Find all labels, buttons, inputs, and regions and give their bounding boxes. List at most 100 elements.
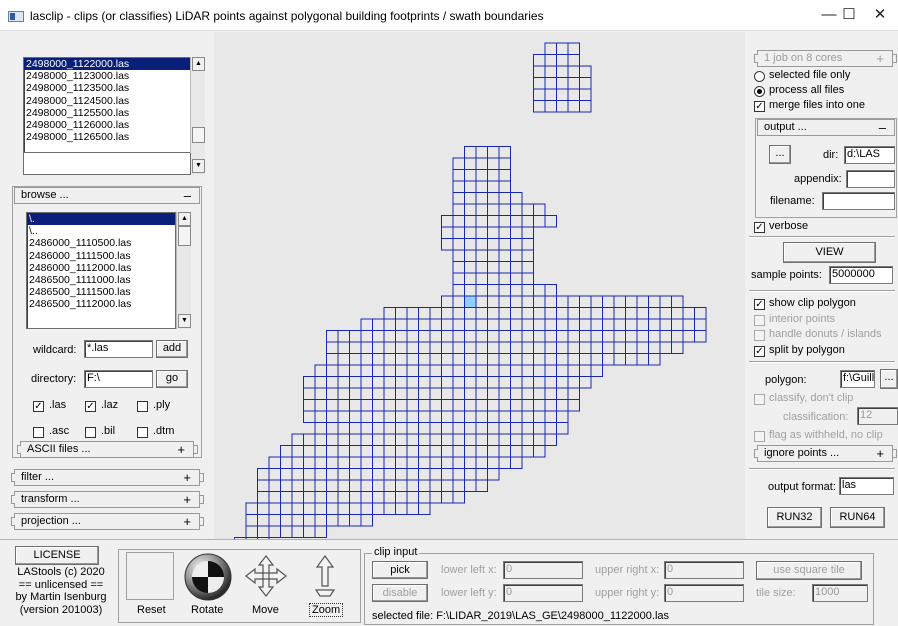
lidar-tile[interactable] [360,445,373,458]
expand-icon[interactable]: + [876,51,884,66]
lidar-tile[interactable] [510,376,523,389]
lidar-tile[interactable] [648,318,661,331]
lidar-tile[interactable] [337,341,350,354]
lower-left-x-input[interactable]: 0 [503,561,583,579]
lidar-tile[interactable] [372,330,385,343]
process-all-files-radio[interactable] [754,86,765,97]
lidar-tile[interactable] [372,468,385,481]
lidar-tile[interactable] [406,479,419,492]
file-item[interactable]: 2498000_1123000.las [24,70,192,82]
lidar-tile[interactable] [521,330,534,343]
lidar-tile[interactable] [326,433,339,446]
lidar-tile[interactable] [475,180,488,193]
lidar-tile[interactable] [487,284,500,297]
lidar-tile[interactable] [464,284,477,297]
lidar-tile[interactable] [314,502,327,515]
lidar-tile[interactable] [452,249,465,262]
lidar-tile[interactable] [682,307,695,320]
lidar-tile[interactable] [452,353,465,366]
lidar-tile[interactable] [487,318,500,331]
lidar-tile[interactable] [360,456,373,469]
lidar-tile[interactable] [441,445,454,458]
lidar-tile[interactable] [326,422,339,435]
lidar-tile[interactable] [337,410,350,423]
expand-icon[interactable]: + [183,492,191,507]
output-rollup[interactable]: output ... – [757,119,895,136]
file-list-scrollbar[interactable]: ▲ ▼ [190,57,205,175]
lidar-tile[interactable] [452,330,465,343]
lidar-tile[interactable] [533,77,546,90]
lidar-tile[interactable] [452,491,465,504]
directory-input[interactable]: F:\ [84,370,153,388]
lidar-tile[interactable] [406,376,419,389]
lidar-tile[interactable] [314,479,327,492]
lidar-tile[interactable] [372,491,385,504]
filetype-checkbox[interactable] [85,427,96,438]
lidar-tile[interactable] [567,318,580,331]
lidar-tile[interactable] [498,330,511,343]
lidar-tile[interactable] [659,295,672,308]
lidar-tile[interactable] [245,514,258,527]
polygon-input[interactable]: f:\Guillau [840,370,875,388]
lidar-tile[interactable] [360,387,373,400]
lidar-tile[interactable] [487,272,500,285]
expand-icon[interactable]: + [183,514,191,529]
lidar-tile[interactable] [452,376,465,389]
lidar-tile[interactable] [556,77,569,90]
lidar-tile[interactable] [395,502,408,515]
lidar-tile[interactable] [487,456,500,469]
lidar-tile[interactable] [291,502,304,515]
lidar-tile[interactable] [521,284,534,297]
filetype-checkbox[interactable] [137,427,148,438]
lidar-tile[interactable] [406,353,419,366]
lidar-tile[interactable] [268,456,281,469]
lidar-tile[interactable] [510,353,523,366]
lidar-tile[interactable] [659,341,672,354]
lidar-tile[interactable] [510,284,523,297]
use-square-tile-button[interactable]: use square tile [756,561,862,580]
lidar-tile[interactable] [636,341,649,354]
lidar-tile[interactable] [372,376,385,389]
lidar-tile[interactable] [429,491,442,504]
lidar-tile[interactable] [602,318,615,331]
lidar-tile[interactable] [487,261,500,274]
lidar-tile[interactable] [395,376,408,389]
lidar-tile[interactable] [280,456,293,469]
lidar-tile[interactable] [487,468,500,481]
lidar-tile[interactable] [671,341,684,354]
lidar-tile[interactable] [556,88,569,101]
lidar-tile[interactable] [487,238,500,251]
lidar-tile[interactable] [383,376,396,389]
lidar-tile[interactable] [521,318,534,331]
lidar-tile[interactable] [280,445,293,458]
lidar-tile[interactable] [544,77,557,90]
lidar-tile[interactable] [521,203,534,216]
lidar-tile[interactable] [395,387,408,400]
browse-item[interactable]: 2486000_1110500.las [27,237,175,249]
lidar-tile[interactable] [475,341,488,354]
lidar-tile[interactable] [360,410,373,423]
lidar-tile[interactable] [257,491,270,504]
lidar-tile[interactable] [429,330,442,343]
lidar-tile[interactable] [314,445,327,458]
lidar-tile[interactable] [510,341,523,354]
lidar-tile[interactable] [521,399,534,412]
lidar-tile[interactable] [487,192,500,205]
lidar-tile[interactable] [395,399,408,412]
lidar-tile[interactable] [648,307,661,320]
lidar-tile[interactable] [671,307,684,320]
lidar-tile[interactable] [521,364,534,377]
lidar-tile[interactable] [441,238,454,251]
lidar-tile[interactable] [326,410,339,423]
lidar-tile[interactable] [326,364,339,377]
lidar-tile[interactable] [579,364,592,377]
lidar-tile[interactable] [383,330,396,343]
lidar-tile[interactable] [521,422,534,435]
lidar-tile[interactable] [487,410,500,423]
lidar-tile[interactable] [406,468,419,481]
lidar-tile[interactable] [406,422,419,435]
lidar-tile[interactable] [556,100,569,113]
lidar-tile[interactable] [567,54,580,67]
lidar-tile[interactable] [671,318,684,331]
lidar-tile[interactable] [326,353,339,366]
